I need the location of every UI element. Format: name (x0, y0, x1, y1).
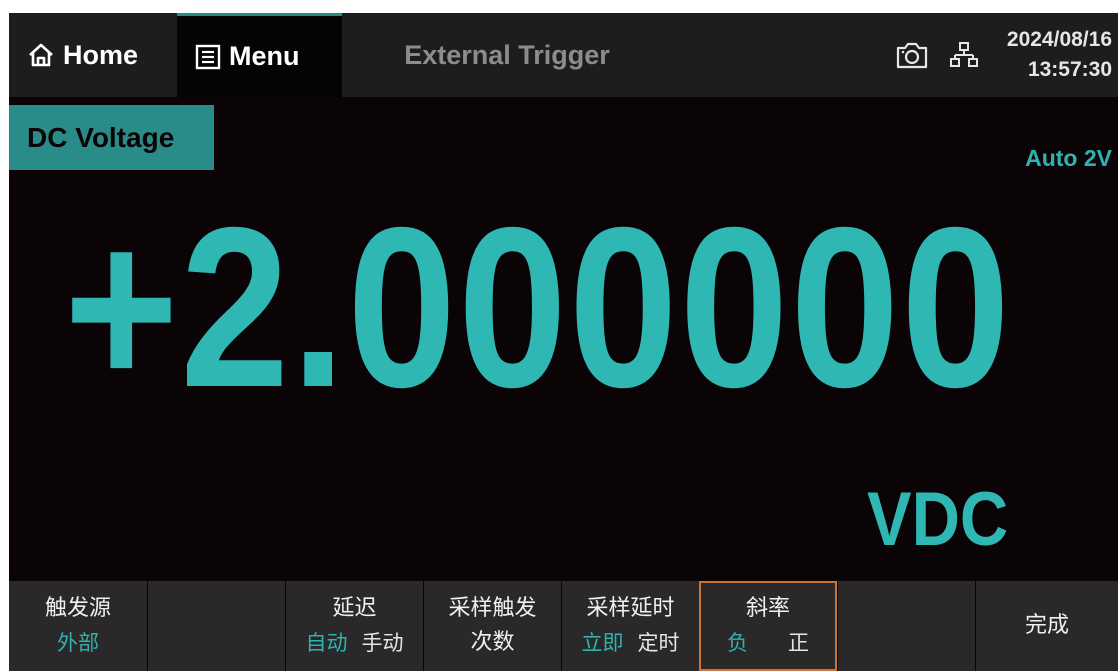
trigger-source-key[interactable]: 触发源 外部 (9, 581, 147, 671)
done-key[interactable]: 完成 (975, 581, 1118, 671)
sample-delay-key[interactable]: 采样延时 立即 定时 (561, 581, 699, 671)
main-reading: +2.000000 (64, 181, 1012, 435)
range-indicator: Auto 2V (1025, 145, 1112, 171)
done-label: 完成 (1024, 613, 1069, 638)
menu-list-icon (195, 44, 221, 69)
softkey-bar: 触发源 外部 延迟 自动手动 采样触发 次数 采样延时 立即定时 斜率 负 正 (9, 581, 1118, 671)
time-text: 13:57:30 (1027, 58, 1112, 81)
home-icon (29, 43, 53, 67)
camera-button[interactable] (895, 13, 929, 97)
camera-icon (896, 42, 928, 69)
network-icon (950, 42, 978, 67)
function-label: DC Voltage (9, 105, 214, 170)
menu-label: Menu (229, 41, 300, 71)
instrument-screen: Home Menu External Trigger 2024/08/16 13… (9, 13, 1118, 671)
sample-delay-option-timed: 定时 (637, 631, 680, 655)
slope-option-negative: 负 (727, 631, 748, 655)
slope-label: 斜率 (745, 596, 790, 621)
home-tab[interactable]: Home (9, 13, 177, 97)
unit-label: VDC (867, 477, 1009, 562)
delay-key[interactable]: 延迟 自动 手动 (285, 581, 423, 671)
menu-tab[interactable]: Menu (177, 13, 342, 97)
top-bar: Home Menu External Trigger 2024/08/16 13… (9, 13, 1118, 97)
home-label: Home (63, 39, 139, 70)
datetime: 2024/08/16 13:57:30 (1007, 25, 1112, 85)
sample-trigger-count-line1: 采样触发 (448, 596, 537, 621)
delay-label: 延迟 (332, 596, 377, 621)
delay-option-manual: 手动 (361, 631, 404, 655)
delay-option-auto: 自动 (305, 631, 348, 655)
slope-option-positive: 正 (788, 631, 809, 655)
sample-delay-label: 采样延时 (586, 596, 675, 621)
network-status (949, 13, 979, 97)
sample-delay-option-immediate: 立即 (581, 631, 624, 655)
page-title: External Trigger (404, 39, 610, 70)
date-text: 2024/08/16 (1006, 28, 1112, 51)
trigger-source-label: 触发源 (44, 596, 111, 621)
blank-key-1[interactable] (147, 581, 285, 671)
slope-key[interactable]: 斜率 负 正 (699, 581, 837, 671)
sample-trigger-count-key[interactable]: 采样触发 次数 (423, 581, 561, 671)
blank-key-2[interactable] (837, 581, 975, 671)
trigger-source-value: 外部 (57, 631, 99, 655)
sample-trigger-count-line2: 次数 (470, 630, 515, 655)
